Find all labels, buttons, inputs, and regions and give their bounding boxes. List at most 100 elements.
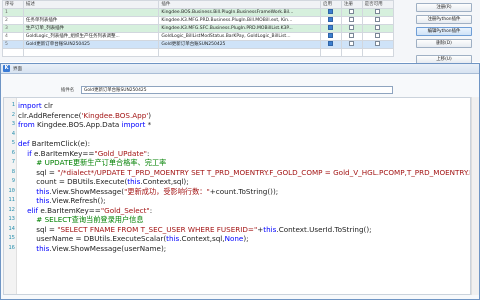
code-text: clr.AddReference('Kingdee.BOS.App') <box>18 110 152 120</box>
row-checkbox[interactable] <box>349 41 355 46</box>
plugin-name-input[interactable] <box>81 86 393 94</box>
row-desc-cell: 任务单列表插件 <box>22 16 160 25</box>
row-available-cell <box>361 32 395 41</box>
code-line: 14 sql = "SELECT FNAME FROM T_SEC_USER W… <box>4 225 470 235</box>
row-enabled-cell <box>319 8 342 17</box>
code-text: elif e.BarItemKey=="Gold_Select": <box>27 205 153 215</box>
code-line: 13 # SELECT查询当前登录用户信息 <box>4 215 470 225</box>
row-checkbox[interactable] <box>328 17 334 22</box>
code-text: def BarItemClick(e): <box>18 139 91 148</box>
row-desc-cell: GoldLogic_列表插件_组织生产任务列表调整... <box>22 32 160 41</box>
row-desc-cell: 生产订单_列表插件 <box>22 24 160 33</box>
register-python-plugin-button[interactable]: 注册Python插件 <box>416 15 472 24</box>
row-checkbox[interactable] <box>375 17 381 22</box>
row-checkbox[interactable] <box>328 9 334 14</box>
row-index-cell: 2 <box>2 16 24 25</box>
row-index-cell: 1 <box>2 8 24 17</box>
row-available-cell <box>361 24 395 33</box>
row-checkbox[interactable] <box>375 25 381 30</box>
row-checkbox[interactable] <box>375 33 381 38</box>
code-line: 10 this.View.ShowMessage("更新成功，受影响行数："+c… <box>4 187 470 197</box>
register-button[interactable]: 注册(R) <box>416 3 472 12</box>
code-line: 8 sql = "/*dialect*/UPDATE T_PRD_MOENTRY… <box>4 168 470 178</box>
row-index-cell: 3 <box>2 24 24 33</box>
code-text: # SELECT查询当前登录用户信息 <box>36 215 144 224</box>
plugin-list-table: 序号 描述 插件 启用 注册 是否可用 1 Kingdee.BOS.Busines… <box>2 0 395 57</box>
code-editor[interactable]: 1 import clr 2 clr.AddReference('Kingdee.BO… <box>3 97 471 295</box>
table-row[interactable] <box>2 48 395 57</box>
code-text: sql = "SELECT FNAME FROM T_SEC_USER WHER… <box>18 224 372 234</box>
plugin-name-row: 插件名 <box>1 86 480 95</box>
code-text: # UPDATE更新生产订单合格率、完工率 <box>36 158 167 167</box>
row-plugin-cell <box>158 48 321 57</box>
table-row[interactable]: 5 Gold更新订单台账SUN250425 Gold更新订单台账SUN250425 <box>2 40 395 49</box>
row-index-cell <box>2 48 24 57</box>
row-available-cell <box>361 48 395 57</box>
code-line: 4 <box>4 130 470 140</box>
code-line: 6 if e.BarItemKey=="Gold_UPdate": <box>4 149 470 159</box>
line-number: 4 <box>11 130 15 137</box>
row-desc-cell <box>22 8 160 17</box>
table-row[interactable]: 2 任务单列表插件 Kingdee.K3.MFG.PRD.Business.Plug… <box>2 16 395 25</box>
column-header-enabled[interactable]: 启用 <box>319 0 342 9</box>
row-registered-cell <box>340 16 363 25</box>
delete-button[interactable]: 删除(D) <box>416 39 472 48</box>
code-text: this.View.ShowMessage("更新成功，受影响行数："+coun… <box>36 186 279 196</box>
app-icon: K <box>3 65 10 72</box>
line-number: 11 <box>8 197 15 203</box>
row-checkbox[interactable] <box>349 17 355 22</box>
table-header-row: 序号 描述 插件 启用 注册 是否可用 <box>2 0 395 9</box>
row-plugin-cell: Kingdee.K3.MFG.SFC.Business.PlugIn.PRD.M… <box>158 24 321 33</box>
column-header-registered[interactable]: 注册 <box>340 0 363 9</box>
code-text: this.View.ShowMessage(userName); <box>36 243 167 253</box>
row-available-cell <box>361 16 395 25</box>
line-number: 2 <box>11 111 15 118</box>
column-header-available[interactable]: 是否可用 <box>361 0 395 9</box>
row-checkbox[interactable] <box>349 25 355 30</box>
row-enabled-cell <box>319 48 342 57</box>
row-checkbox[interactable] <box>349 33 355 38</box>
row-checkbox[interactable] <box>349 9 355 14</box>
row-checkbox[interactable] <box>328 25 334 30</box>
row-registered-cell <box>340 8 363 17</box>
row-registered-cell <box>340 40 363 49</box>
line-number: 9 <box>11 178 15 184</box>
plugin-name-label: 插件名 <box>61 88 75 93</box>
code-area[interactable]: 1 import clr 2 clr.AddReference('Kingdee.BO… <box>4 101 470 253</box>
edit-python-plugin-button[interactable]: 编辑Python插件 <box>416 27 472 36</box>
code-text: count = DBUtils.Execute(this.Context,sql… <box>18 177 189 186</box>
row-desc-cell <box>22 48 160 57</box>
action-button-column: 注册(R) 注册Python插件 编辑Python插件 删除(D) <box>416 3 472 51</box>
table-row[interactable]: 4 GoldLogic_列表插件_组织生产任务列表调整... GoldLogic_B… <box>2 32 395 41</box>
row-available-cell <box>361 40 395 49</box>
row-checkbox[interactable] <box>328 33 334 38</box>
table-row[interactable]: 1 Kingdee.BOS.Business.Bill.PlugIn.Busine… <box>2 8 395 17</box>
code-line: 11 this.View.Refresh(); <box>4 196 470 206</box>
code-line: 12 elif e.BarItemKey=="Gold_Select": <box>4 206 470 216</box>
line-number: 5 <box>11 140 15 146</box>
row-checkbox[interactable] <box>375 9 381 14</box>
code-line: 16 this.View.ShowMessage(userName); <box>4 244 470 254</box>
code-line: 5 def BarItemClick(e): <box>4 139 470 149</box>
column-header-index[interactable]: 序号 <box>2 0 24 9</box>
row-checkbox[interactable] <box>375 41 381 46</box>
code-line: 15 userName = DBUtils.ExecuteScalar(this… <box>4 234 470 244</box>
line-number: 3 <box>11 121 15 127</box>
line-number: 10 <box>8 187 15 194</box>
column-header-plugin[interactable]: 插件 <box>158 0 321 9</box>
line-number: 6 <box>11 149 15 156</box>
column-header-desc[interactable]: 描述 <box>22 0 160 9</box>
row-checkbox[interactable] <box>328 41 334 46</box>
table-row[interactable]: 3 生产订单_列表插件 Kingdee.K3.MFG.SFC.Business.Pl… <box>2 24 395 33</box>
editor-scrollbar[interactable] <box>471 97 479 295</box>
plugin-registration-panel: 序号 描述 插件 启用 注册 是否可用 1 Kingdee.BOS.Busines… <box>0 0 480 64</box>
row-plugin-cell: GoldLogic_BillListModStatus.BarKPay, Gol… <box>158 32 321 41</box>
line-number: 12 <box>8 206 15 213</box>
dialog-titlebar[interactable]: K 界面 <box>1 64 479 74</box>
dialog-title: 界面 <box>13 66 22 72</box>
row-enabled-cell <box>319 24 342 33</box>
code-line: 1 import clr <box>4 101 470 111</box>
line-number: 14 <box>8 225 15 232</box>
row-index-cell: 4 <box>2 32 24 41</box>
row-index-cell: 5 <box>2 40 24 49</box>
